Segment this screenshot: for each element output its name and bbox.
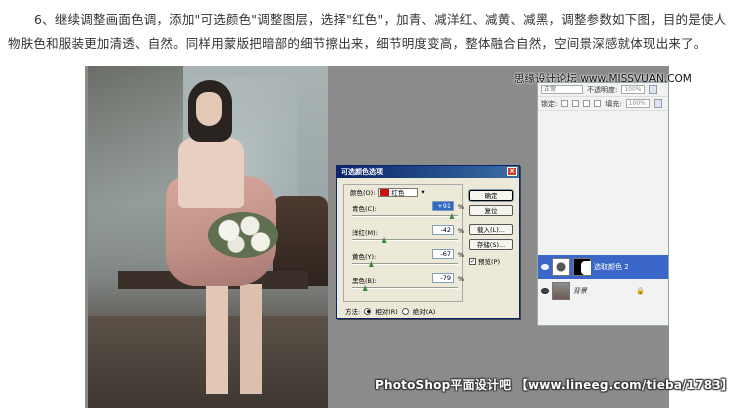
method-options: 方法: 相对(R) 绝对(A) (345, 306, 435, 316)
dialog-title: 可选颜色选项 (341, 168, 383, 176)
dialog-titlebar[interactable]: 可选颜色选项 × (337, 166, 519, 178)
relative-label: 相对(R) (375, 308, 398, 316)
cyan-percent: % (458, 203, 465, 211)
magenta-percent: % (458, 227, 465, 235)
color-select[interactable]: 红色 (378, 187, 419, 197)
yellow-percent: % (458, 251, 465, 259)
red-swatch-icon (380, 188, 390, 196)
opacity-arrow-icon[interactable] (649, 85, 658, 94)
lock-pixels-icon[interactable] (572, 100, 580, 107)
relative-radio[interactable] (364, 307, 372, 315)
color-group: 颜色(O): 红色 ▾ 青色(C): +91 % 洋红(M): -42 % 黄色… (343, 184, 465, 302)
cyan-input[interactable]: +91 (432, 201, 454, 211)
checkmark-icon[interactable]: ✓ (469, 257, 476, 265)
absolute-radio[interactable] (401, 307, 409, 315)
lock-transparency-icon[interactable] (561, 100, 569, 107)
layer-name: 选取颜色 2 (594, 263, 629, 271)
selective-color-dialog: 可选颜色选项 × 颜色(O): 红色 ▾ 青色(C): +91 % 洋红(M):… (336, 165, 520, 319)
cyan-track[interactable] (352, 215, 458, 217)
lock-all-icon[interactable] (594, 100, 602, 107)
magenta-label: 洋红(M): (352, 229, 378, 237)
adjustment-thumbnail (552, 258, 570, 276)
preview-label: 预览(P) (478, 258, 500, 266)
color-label: 颜色(O): (350, 189, 376, 197)
layers-panel: 正常 不透明度: 100% 锁定: 填充: 100% 选取颜色 2 背景 🔒 (537, 82, 669, 326)
black-input[interactable]: -79 (432, 273, 454, 283)
black-slider-row: 黑色(B): -79 % (352, 273, 465, 295)
close-icon[interactable]: × (507, 167, 517, 176)
absolute-label: 绝对(A) (412, 308, 436, 316)
mask-thumbnail[interactable] (573, 258, 591, 276)
yellow-track[interactable] (352, 263, 458, 265)
lock-position-icon[interactable] (583, 100, 591, 107)
opacity-label: 不透明度: (587, 85, 618, 94)
lock-icon: 🔒 (636, 287, 645, 295)
yellow-slider-row: 黄色(Y): -67 % (352, 249, 465, 271)
cyan-label: 青色(C): (352, 205, 377, 213)
lock-label: 锁定: (541, 99, 558, 108)
magenta-input[interactable]: -42 (432, 225, 454, 235)
load-button[interactable]: 载入(L)... (469, 224, 513, 235)
chevron-down-icon[interactable]: ▾ (421, 188, 424, 196)
article-line-2: 物肤色和服装更加清透、自然。同样用蒙版把暗部的细节擦出来，细节明度变高，整体融合… (8, 36, 707, 51)
magenta-slider-row: 洋红(M): -42 % (352, 225, 465, 247)
black-label: 黑色(B): (352, 277, 377, 285)
eye-icon[interactable] (541, 264, 549, 270)
black-track[interactable] (352, 287, 458, 289)
reset-button[interactable]: 复位 (469, 205, 513, 216)
eye-icon[interactable] (541, 288, 549, 294)
ok-button[interactable]: 确定 (468, 189, 514, 202)
method-label: 方法: (345, 308, 361, 316)
fill-arrow-icon[interactable] (653, 99, 662, 108)
fill-input[interactable]: 100% (625, 99, 650, 108)
background-thumbnail (552, 282, 570, 300)
article-line-1: 6、继续调整画面色调，添加"可选颜色"调整图层，选择"红色"，加青、减洋红、减黄… (34, 12, 727, 27)
layer-background[interactable]: 背景 🔒 (538, 279, 668, 303)
layer-name: 背景 (573, 287, 587, 295)
black-percent: % (458, 275, 465, 283)
article-text: 6、继续调整画面色调，添加"可选颜色"调整图层，选择"红色"，加青、减洋红、减黄… (8, 8, 742, 56)
opacity-input[interactable]: 100% (621, 85, 646, 94)
bottom-watermark: PhotoShop平面设计吧 【www.lineeg.com/tieba/178… (375, 378, 734, 392)
fill-label: 填充: (605, 99, 622, 108)
cyan-slider-row: 青色(C): +91 % (352, 201, 465, 223)
blend-mode-select[interactable]: 正常 (541, 85, 583, 94)
portrait-photo (88, 66, 328, 408)
preview-option[interactable]: ✓ 预览(P) (469, 256, 500, 266)
magenta-track[interactable] (352, 239, 458, 241)
save-button[interactable]: 存储(S)... (469, 239, 513, 250)
color-select-value: 红色 (391, 189, 405, 197)
yellow-label: 黄色(Y): (352, 253, 377, 261)
yellow-input[interactable]: -67 (432, 249, 454, 259)
layer-selective-color[interactable]: 选取颜色 2 (538, 255, 668, 279)
